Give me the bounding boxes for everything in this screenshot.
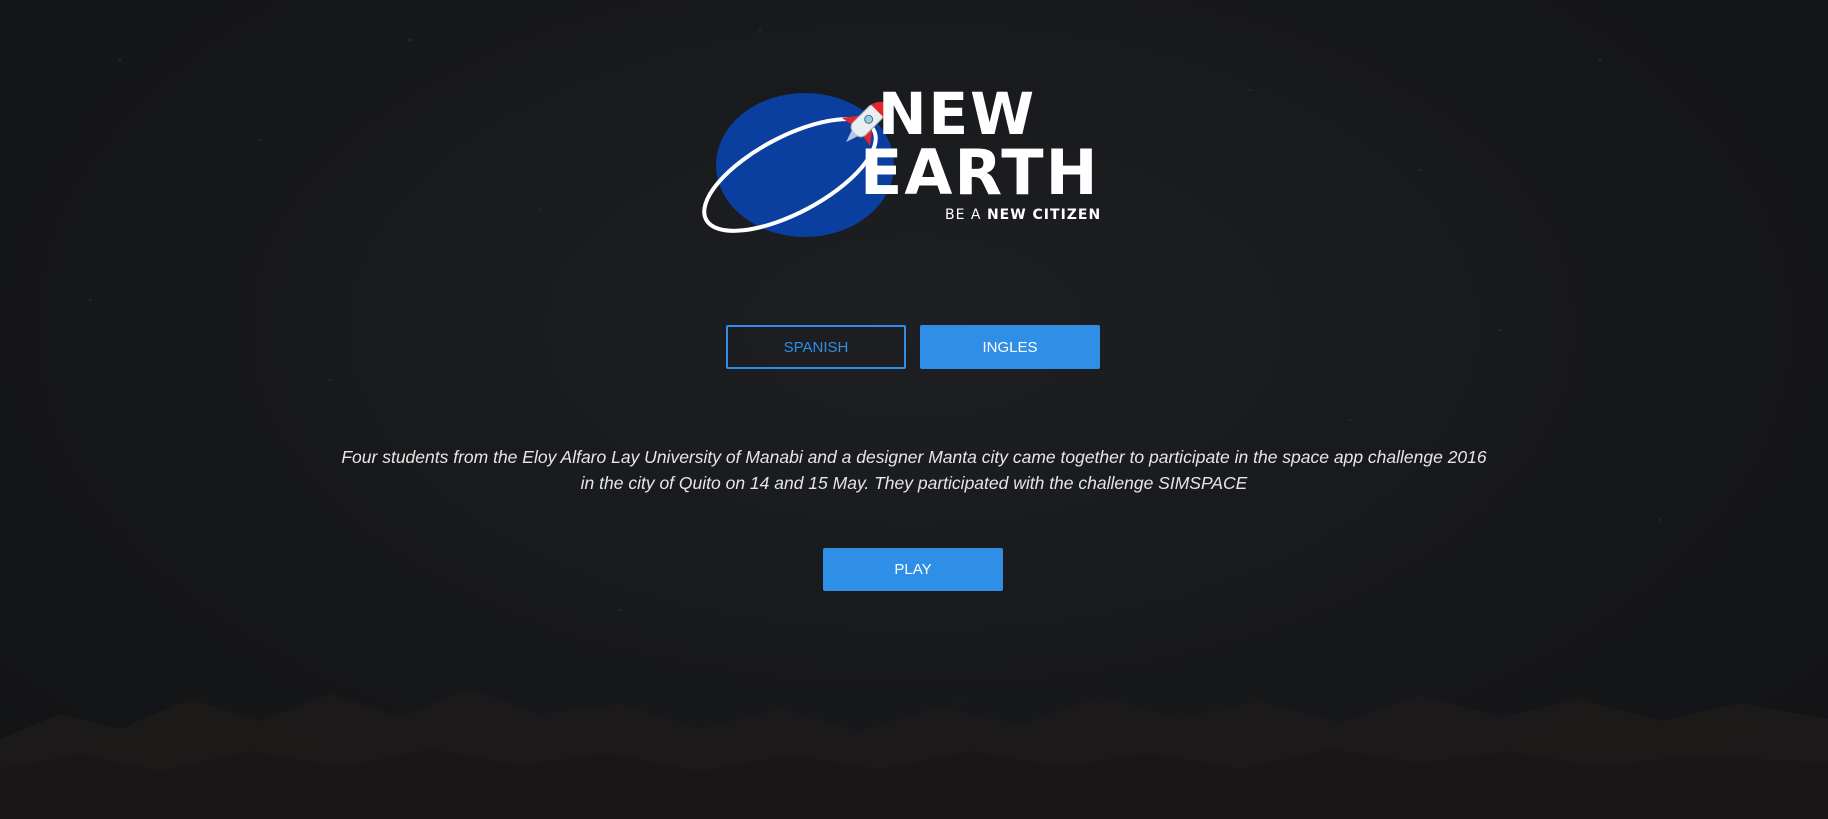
new-earth-logo: NEW EARTH BE A NEW CITIZEN [695,85,1155,245]
english-button[interactable]: INGLES [920,325,1100,369]
splash-screen: NEW EARTH BE A NEW CITIZEN SPANISH INGLE… [0,0,1828,819]
spanish-button[interactable]: SPANISH [726,325,906,369]
logo-tagline: BE A NEW CITIZEN [945,207,1101,223]
description-line-1: Four students from the Eloy Alfaro Lay U… [341,447,1487,467]
logo-title-earth: EARTH [860,136,1100,209]
mountain-silhouette [0,689,1828,819]
project-description: Four students from the Eloy Alfaro Lay U… [330,444,1498,496]
play-button[interactable]: PLAY [823,548,1003,591]
tagline-prefix: BE A [945,207,982,223]
logo-title-new: NEW [878,80,1037,148]
description-line-2: in the city of Quito on 14 and 15 May. T… [580,473,1248,493]
logo-wordmark: NEW EARTH BE A NEW CITIZEN [860,85,1160,245]
tagline-emphasis: NEW CITIZEN [986,207,1102,223]
language-selector: SPANISH INGLES [726,325,1100,370]
